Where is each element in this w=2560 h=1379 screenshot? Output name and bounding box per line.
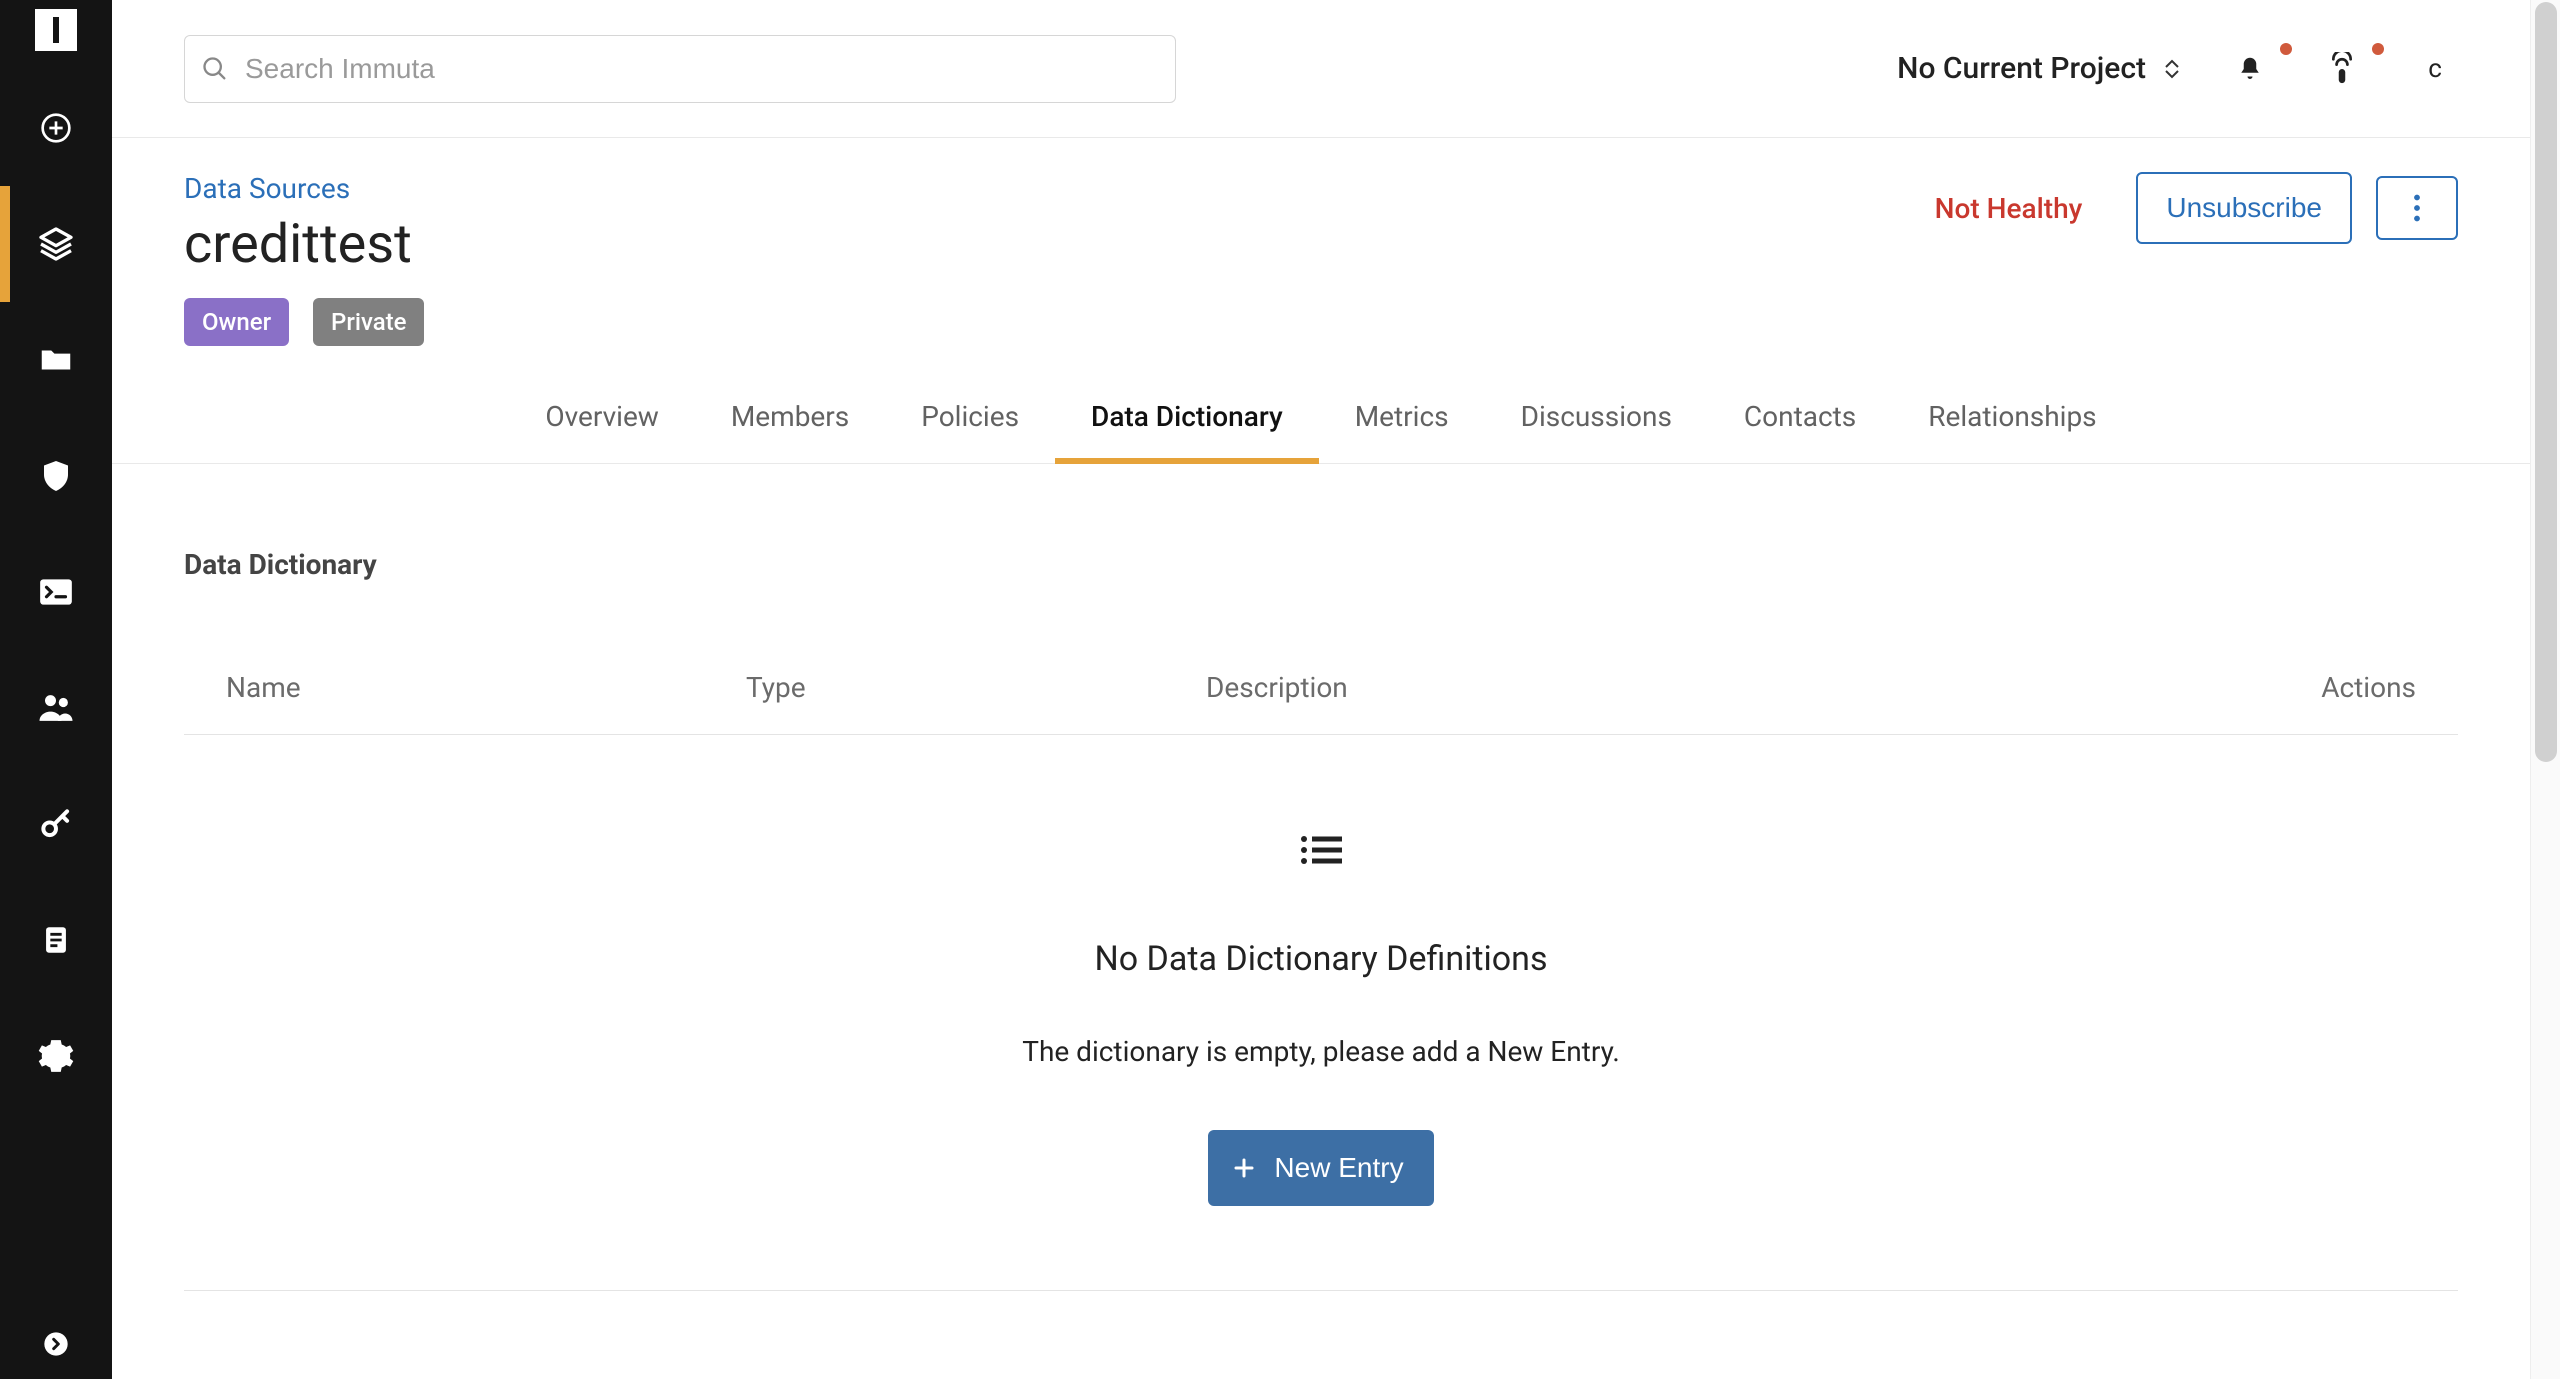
folder-icon	[37, 341, 75, 379]
users-icon	[34, 686, 78, 730]
plus-circle-icon	[40, 112, 72, 144]
sidebar-item-console[interactable]	[0, 534, 112, 650]
arrow-right-circle-icon	[42, 1330, 70, 1358]
sidebar-item-keys[interactable]	[0, 766, 112, 882]
search-icon	[185, 55, 245, 83]
table-header: Name Type Description Actions	[184, 641, 2458, 735]
status-badge: Not Healthy	[1935, 192, 2083, 225]
notification-badge	[2280, 43, 2292, 55]
column-actions: Actions	[2256, 671, 2416, 704]
sidebar-item-add[interactable]	[0, 70, 112, 186]
page-title: credittest	[184, 213, 424, 276]
note-icon	[39, 923, 73, 957]
section-title: Data Dictionary	[184, 548, 2458, 581]
notifications-button[interactable]	[2228, 47, 2272, 91]
gear-icon	[37, 1037, 75, 1075]
more-actions-button[interactable]	[2376, 176, 2458, 240]
chip-private: Private	[313, 298, 424, 346]
terminal-icon	[37, 573, 75, 611]
column-name: Name	[226, 671, 746, 704]
sidebar-item-settings[interactable]	[0, 998, 112, 1114]
avatar[interactable]: c	[2412, 46, 2458, 92]
section-divider	[184, 1290, 2458, 1291]
sidebar-item-reports[interactable]	[0, 882, 112, 998]
search-input[interactable]	[245, 36, 1175, 102]
sidebar-item-policies[interactable]	[0, 418, 112, 534]
chip-owner: Owner	[184, 298, 289, 346]
sidebar-item-data[interactable]	[0, 186, 112, 302]
unsubscribe-button[interactable]: Unsubscribe	[2136, 172, 2352, 244]
column-type: Type	[746, 671, 1206, 704]
window-scrollbar[interactable]	[2530, 0, 2560, 1379]
app-logo[interactable]	[0, 0, 112, 60]
connections-button[interactable]	[2320, 47, 2364, 91]
layers-icon	[36, 224, 76, 264]
search-box[interactable]	[184, 35, 1176, 103]
empty-heading: No Data Dictionary Definitions	[1094, 939, 1547, 979]
scrollbar-thumb[interactable]	[2535, 2, 2557, 762]
avatar-initial: c	[2428, 54, 2442, 84]
connection-icon	[2329, 52, 2355, 86]
empty-body: The dictionary is empty, please add a Ne…	[1022, 1035, 1620, 1068]
sidebar	[0, 0, 112, 1379]
sidebar-collapse[interactable]	[0, 1309, 112, 1379]
more-vertical-icon	[2413, 194, 2421, 222]
chevron-updown-icon	[2164, 59, 2180, 79]
key-icon	[37, 805, 75, 843]
sidebar-item-users[interactable]	[0, 650, 112, 766]
sidebar-item-projects[interactable]	[0, 302, 112, 418]
project-selector[interactable]: No Current Project	[1897, 51, 2180, 86]
new-entry-button[interactable]: New Entry	[1208, 1130, 1433, 1206]
page-header: Data Sources credittest Owner Private No…	[112, 138, 2530, 464]
empty-state: No Data Dictionary Definitions The dicti…	[184, 735, 2458, 1206]
connection-badge	[2372, 43, 2384, 55]
breadcrumb[interactable]: Data Sources	[184, 172, 350, 205]
column-description: Description	[1206, 671, 2256, 704]
new-entry-label: New Entry	[1274, 1152, 1403, 1184]
main-content: Data Dictionary Name Type Description Ac…	[112, 448, 2530, 1379]
topbar: No Current Project c	[112, 0, 2530, 138]
list-icon	[1300, 835, 1342, 869]
bell-icon	[2235, 54, 2265, 84]
shield-icon	[38, 458, 74, 494]
plus-icon	[1232, 1156, 1256, 1180]
project-selector-label: No Current Project	[1897, 51, 2146, 86]
